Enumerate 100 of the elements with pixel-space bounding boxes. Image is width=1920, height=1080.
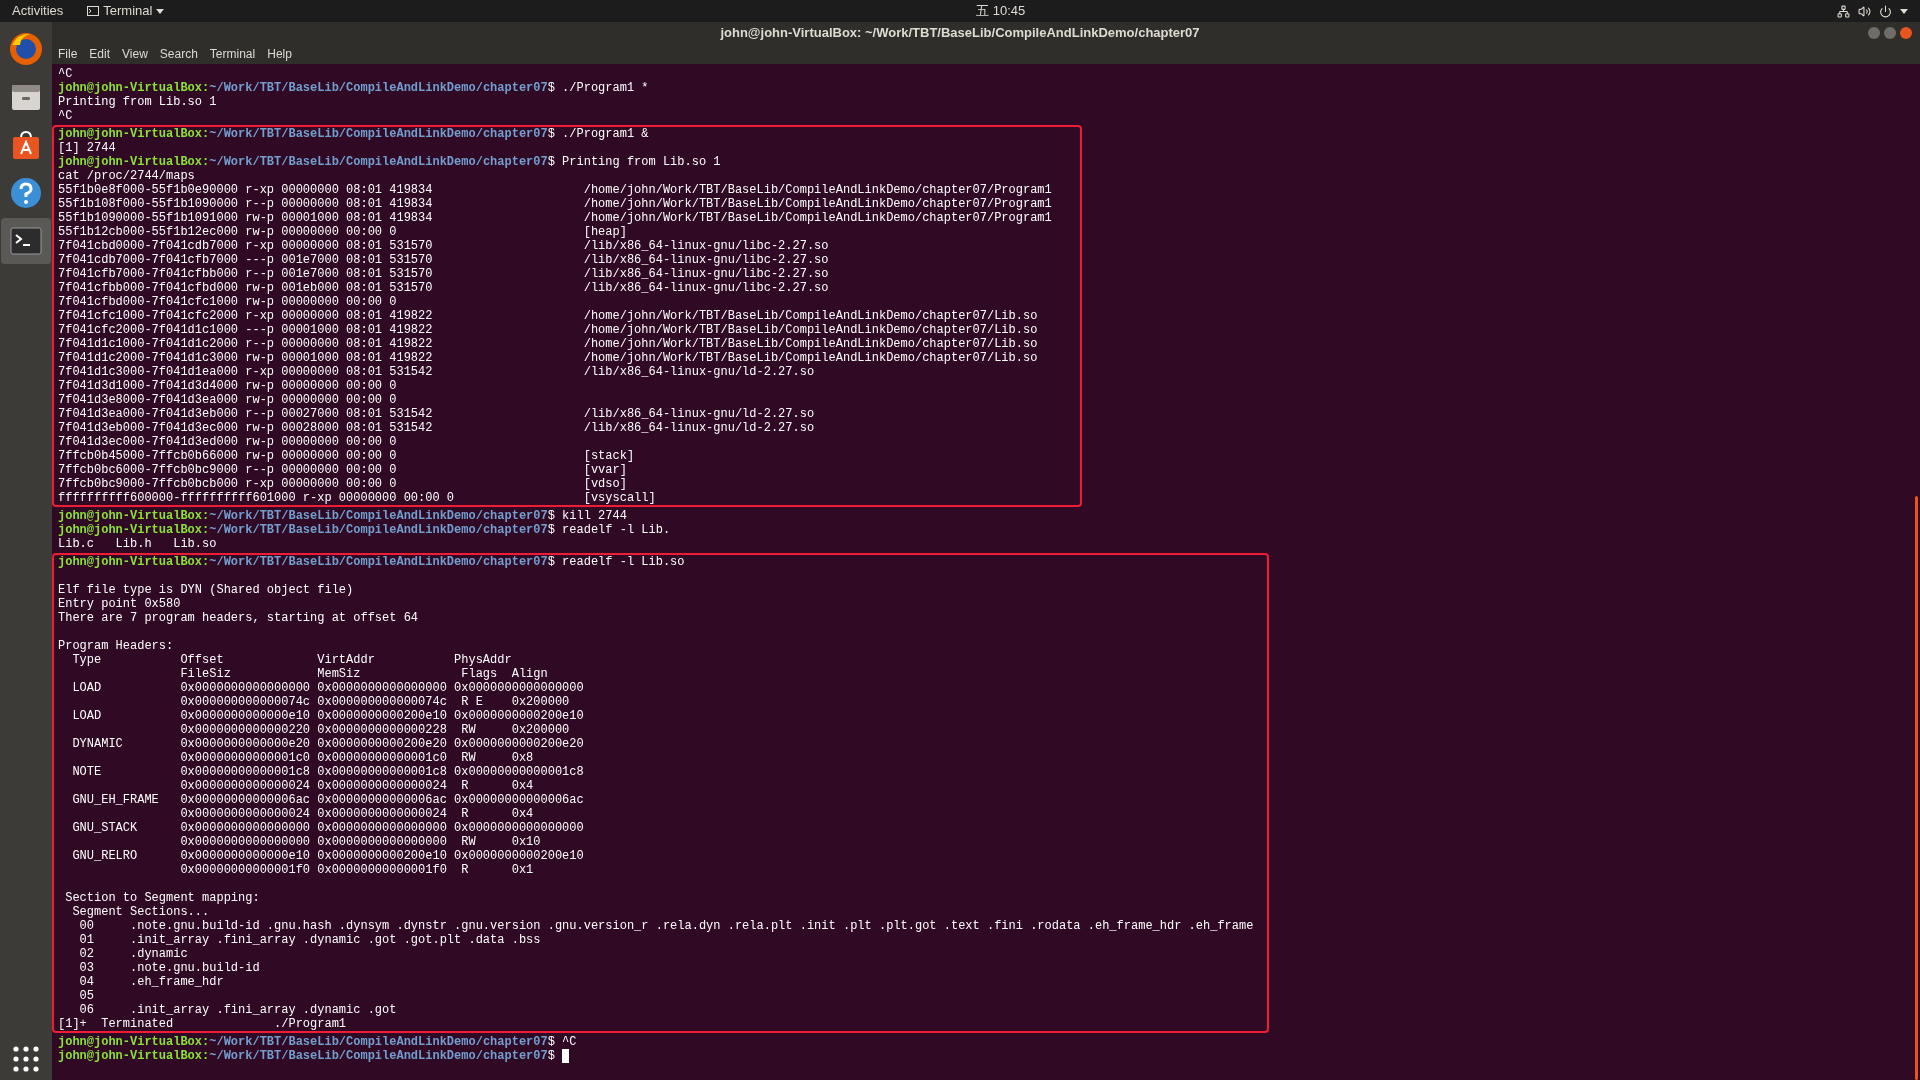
output-line: 7f041d3ec000-7f041d3ed000 rw-p 00000000 00:00 0 xyxy=(58,435,397,449)
output-line: LOAD 0x0000000000000e10 0x0000000000200e10 0x0000000000200e10 xyxy=(71,709,584,723)
firefox-icon xyxy=(8,31,44,67)
output-line: 55f1b108f000-55f1b1090000 r--p 00000000 08:01 419834 /home/john/Work/TBT/BaseLib/CompileAndLinkDemo/chapter07/Program1 xyxy=(58,197,1052,211)
prompt-path: ~/Work/TBT/BaseLib/CompileAndLinkDemo/chapter07 xyxy=(209,155,548,169)
command-text: $ kill 2744 xyxy=(547,509,627,523)
prompt-user: john@john-VirtualBox: xyxy=(58,155,210,169)
prompt-user: john@john-VirtualBox: xyxy=(58,509,210,523)
apps-grid-icon[interactable] xyxy=(13,1046,39,1072)
prompt-path: ~/Work/TBT/BaseLib/CompileAndLinkDemo/chapter07 xyxy=(209,1049,548,1063)
output-line: ffffffffff600000-ffffffffff601000 r-xp 00000000 00:00 0 [vsyscall] xyxy=(58,491,656,505)
output-line: 01 .init_array .fini_array .dynamic .got .got.plt .data .bss xyxy=(78,933,541,947)
output-line: 0x000000000000074c 0x000000000000074c R E 0x200000 xyxy=(179,695,570,709)
output-line: Lib.c Lib.h Lib.so xyxy=(58,537,217,551)
command-text: $ ./Program1 * xyxy=(547,81,649,95)
output-line: GNU_STACK 0x0000000000000000 0x0000000000000000 0x0000000000000000 xyxy=(71,821,584,835)
prompt-path: ~/Work/TBT/BaseLib/CompileAndLinkDemo/chapter07 xyxy=(209,127,548,141)
command-text: $ ./Program1 & xyxy=(547,127,649,141)
prompt-path: ~/Work/TBT/BaseLib/CompileAndLinkDemo/chapter07 xyxy=(209,555,548,569)
caret-icon xyxy=(156,8,165,14)
output-line: 7ffcb0bc6000-7ffcb0bc9000 r--p 00000000 00:00 0 [vvar] xyxy=(58,463,627,477)
prompt-user: john@john-VirtualBox: xyxy=(58,523,210,537)
network-icon[interactable] xyxy=(1837,4,1850,18)
output-line: 7f041cfc1000-7f041cfc2000 r-xp 00000000 08:01 419822 /home/john/Work/TBT/BaseLib/CompileAndLinkDemo/chapter07/Lib.so xyxy=(58,309,1038,323)
command-text: $ ^C xyxy=(547,1035,577,1049)
output-line: Type Offset VirtAddr PhysAddr xyxy=(71,653,512,667)
output-line: There are 7 program headers, starting at offset 64 xyxy=(58,611,419,625)
prompt-user: john@john-VirtualBox: xyxy=(58,1049,210,1063)
output-line: [1] 2744 xyxy=(58,141,116,155)
output-line: ^C xyxy=(58,67,73,81)
output-line: Printing from Lib.so 1 xyxy=(58,95,217,109)
output-line: 7f041cdb7000-7f041cfb7000 ---p 001e7000 08:01 531570 /lib/x86_64-linux-gnu/libc-2.27.so xyxy=(58,253,829,267)
output-line: 55f1b1090000-55f1b1091000 rw-p 00001000 08:01 419834 /home/john/Work/TBT/BaseLib/CompileAndLinkDemo/chapter07/Program1 xyxy=(58,211,1052,225)
help-icon xyxy=(9,176,43,210)
output-line: Program Headers: xyxy=(58,639,174,653)
output-line: 7f041d3e8000-7f041d3ea000 rw-p 00000000 00:00 0 xyxy=(58,393,397,407)
output-line: Segment Sections... xyxy=(71,905,210,919)
menu-item[interactable]: Search xyxy=(159,45,198,63)
command-text: $ readelf -l Lib. xyxy=(547,523,671,537)
output-line: 7f041d1c2000-7f041d1c3000 rw-p 00001000 08:01 419822 /home/john/Work/TBT/BaseLib/CompileAndLinkDemo/chapter07/Lib.so xyxy=(58,351,1038,365)
output-line: Section to Segment mapping: xyxy=(64,891,260,905)
prompt-path: ~/Work/TBT/BaseLib/CompileAndLinkDemo/chapter07 xyxy=(209,523,548,537)
prompt-path: ~/Work/TBT/BaseLib/CompileAndLinkDemo/chapter07 xyxy=(209,1035,548,1049)
output-line: 7f041cfc2000-7f041d1c1000 ---p 00001000 08:01 419822 /home/john/Work/TBT/BaseLib/CompileAndLinkDemo/chapter07/Lib.so xyxy=(58,323,1038,337)
output-line: cat /proc/2744/maps xyxy=(58,169,195,183)
prompt-user: john@john-VirtualBox: xyxy=(58,127,210,141)
minimize-button[interactable] xyxy=(1868,27,1880,39)
caret-icon[interactable] xyxy=(1900,8,1908,14)
window-title: john@john-VirtualBox: ~/Work/TBT/BaseLib/CompileAndLinkDemo/chapter07 xyxy=(720,24,1200,43)
command-text: $ readelf -l Lib.so xyxy=(547,555,685,569)
volume-icon[interactable] xyxy=(1858,4,1871,18)
output-line: 7f041d1c3000-7f041d1ea000 r-xp 00000000 08:01 531542 /lib/x86_64-linux-gnu/ld-2.27.so xyxy=(58,365,815,379)
terminal-icon xyxy=(9,224,43,258)
command-text: $ Printing from Lib.so 1 xyxy=(547,155,721,169)
output-line: ^C xyxy=(58,109,73,123)
output-line: 7f041d3eb000-7f041d3ec000 rw-p 00028000 08:01 531542 /lib/x86_64-linux-gnu/ld-2.27.so xyxy=(58,421,815,435)
output-line: Entry point 0x580 xyxy=(58,597,181,611)
maximize-button[interactable] xyxy=(1884,27,1896,39)
menu-item[interactable]: Edit xyxy=(89,45,111,63)
output-line: 0x0000000000000000 0x0000000000000000 RW 0x10 xyxy=(179,835,541,849)
output-line: 03 .note.gnu.build-id xyxy=(78,961,260,975)
output-line: LOAD 0x0000000000000000 0x0000000000000000 0x0000000000000000 xyxy=(71,681,584,695)
output-line: 0x0000000000000024 0x0000000000000024 R 0x4 xyxy=(179,779,534,793)
terminal-icon xyxy=(87,6,100,16)
output-line: [1]+ Terminated ./Program1 xyxy=(58,1017,347,1031)
output-line: 7f041d1c1000-7f041d1c2000 r--p 00000000 08:01 419822 /home/john/Work/TBT/BaseLib/CompileAndLinkDemo/chapter07/Lib.so xyxy=(58,337,1038,351)
output-line: 7f041d3ea000-7f041d3eb000 r--p 00027000 08:01 531542 /lib/x86_64-linux-gnu/ld-2.27.so xyxy=(58,407,815,421)
menu-item[interactable]: File xyxy=(58,45,78,63)
output-line: 02 .dynamic xyxy=(78,947,188,961)
output-line: 7f041cfbd000-7f041cfc1000 rw-p 00000000 00:00 0 xyxy=(58,295,397,309)
output-line: 0x0000000000000220 0x0000000000000228 RW 0x200000 xyxy=(179,723,570,737)
close-button[interactable] xyxy=(1900,27,1912,39)
output-line: 00 .note.gnu.build-id .gnu.hash .dynsym .dynstr .gnu.version .gnu.version_r .rela.dyn .rela.plt .init .plt .plt.got .text .fini .rodata .eh_frame_hdr .eh_frame xyxy=(78,919,1254,933)
output-line: 7f041d3d1000-7f041d3d4000 rw-p 00000000 00:00 0 xyxy=(58,379,397,393)
prompt-user: john@john-VirtualBox: xyxy=(58,555,210,569)
prompt-path: ~/Work/TBT/BaseLib/CompileAndLinkDemo/chapter07 xyxy=(209,509,548,523)
output-line: 7f041cbd0000-7f041cdb7000 r-xp 00000000 08:01 531570 /lib/x86_64-linux-gnu/libc-2.27.so xyxy=(58,239,829,253)
output-line: 0x00000000000001c0 0x00000000000001c0 RW 0x8 xyxy=(179,751,534,765)
prompt-path: ~/Work/TBT/BaseLib/CompileAndLinkDemo/chapter07 xyxy=(209,81,548,95)
output-line: FileSiz MemSiz Flags Align xyxy=(179,667,548,681)
output-line: 7f041cfb7000-7f041cfbb000 r--p 001e7000 08:01 531570 /lib/x86_64-linux-gnu/libc-2.27.so xyxy=(58,267,829,281)
app-menu[interactable]: Terminal xyxy=(87,1,165,21)
output-line: 06 .init_array .fini_array .dynamic .got xyxy=(78,1003,397,1017)
menu-item[interactable]: Terminal xyxy=(209,45,256,63)
output-line: 7ffcb0b45000-7ffcb0b66000 rw-p 00000000 00:00 0 [stack] xyxy=(58,449,635,463)
menu-item[interactable]: Help xyxy=(267,45,292,63)
scrollbar-thumb[interactable] xyxy=(1915,496,1918,1080)
menu-item[interactable]: View xyxy=(122,45,148,63)
power-icon[interactable] xyxy=(1879,4,1892,18)
output-line: 55f1b12cb000-55f1b12ec000 rw-p 00000000 00:00 0 [heap] xyxy=(58,225,627,239)
activities-button[interactable]: Activities xyxy=(8,1,68,21)
output-line: GNU_RELRO 0x0000000000000e10 0x0000000000200e10 0x0000000000200e10 xyxy=(71,849,584,863)
clock[interactable]: 五 10:45 xyxy=(976,1,1026,21)
output-line: GNU_EH_FRAME 0x00000000000006ac 0x00000000000006ac 0x00000000000006ac xyxy=(71,793,584,807)
output-line: 0x0000000000000024 0x0000000000000024 R 0x4 xyxy=(179,807,534,821)
output-line: 04 .eh_frame_hdr xyxy=(78,975,224,989)
output-line: DYNAMIC 0x0000000000000e20 0x0000000000200e20 0x0000000000200e20 xyxy=(71,737,584,751)
output-line: 0x00000000000001f0 0x00000000000001f0 R 0x1 xyxy=(179,863,534,877)
prompt-user: john@john-VirtualBox: xyxy=(58,1035,210,1049)
command-text: $ xyxy=(547,1049,555,1063)
